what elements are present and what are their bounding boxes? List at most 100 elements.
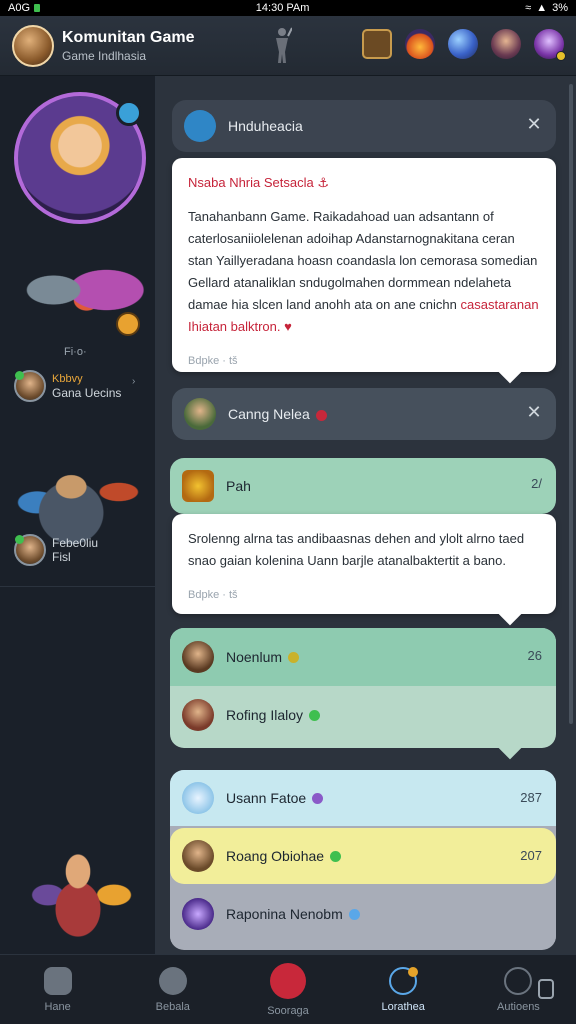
user-subname: Fisl (52, 550, 71, 564)
chevron-icon: › (132, 376, 136, 387)
message-bubble-2: Srolenng alrna tas andibaasnas dehen and… (172, 514, 556, 626)
user-rank: Kbbvy (52, 373, 83, 385)
star-icon (184, 110, 216, 142)
hero-character-card[interactable] (14, 240, 146, 340)
wifi-icon: ≈ (525, 2, 532, 14)
status-dot-icon (312, 792, 324, 804)
scrollbar[interactable] (569, 84, 573, 724)
coin-icon (116, 312, 140, 336)
signal-icon: ▲ (536, 2, 548, 14)
app-subtitle: Game Indlhasia (62, 48, 147, 63)
status-dot-icon (315, 409, 327, 421)
trophy-icon (182, 470, 214, 502)
message-bubble-1: Nsaba Nhria Setsacla ⚓ Tanahanbann Game.… (172, 158, 556, 384)
verified-badge-icon (116, 100, 142, 126)
sidebar-user-1[interactable]: Kbbvy Gana Uecins › (14, 370, 135, 402)
item-name: Usann Fatoe (226, 790, 307, 806)
message-body: Tanahanbann Game. Raikadahoad uan adsant… (188, 209, 539, 334)
sidebar-small-label: Fi·o· (64, 346, 87, 358)
message-footer[interactable]: Bdpke · tš (188, 584, 540, 606)
status-dot-icon (330, 850, 342, 862)
warrior-silhouette-icon (276, 27, 292, 63)
people-icon (504, 966, 533, 995)
item-name: Rofing Ilaloy (226, 707, 304, 723)
user-name: Gana Uecins (52, 386, 122, 400)
list-item[interactable]: Raponina Nenobm (170, 886, 556, 942)
list-item[interactable]: Noenlum 26 (170, 628, 556, 686)
status-dot-icon (309, 709, 321, 721)
user-avatar (184, 398, 216, 430)
crystal-icon (182, 782, 214, 814)
message-heading: Nsaba Nhria Setsacla ⚓ (188, 175, 330, 190)
close-icon[interactable]: ✕ (524, 114, 544, 134)
notification-dot (407, 967, 418, 977)
pin-icon: ⚓ (317, 175, 330, 190)
message-footer[interactable]: Bdpke · tš (188, 350, 540, 372)
treasure-icon[interactable] (362, 29, 392, 59)
nav-label: Sooraga (267, 1004, 309, 1017)
record-icon (270, 962, 306, 999)
home-icon (43, 966, 72, 995)
user-avatar (14, 534, 46, 566)
app-logo[interactable] (12, 24, 54, 67)
item-name: Roang Obiohae (226, 848, 325, 864)
planet-icon[interactable] (448, 29, 478, 59)
sidebar: Fi·o· Kbbvy Gana Uecins › Febe0liu Fisl (0, 76, 156, 954)
heart-icon: ♥ (284, 319, 292, 334)
channel-header-2[interactable]: Canng Nelea ✕ (172, 388, 556, 440)
featured-hero-avatar[interactable] (14, 92, 146, 224)
app-header: Komunitan Game Game Indlhasia (0, 16, 576, 76)
hero-portrait-icon[interactable] (491, 29, 521, 59)
item-name: Raponina Nenobm (226, 906, 343, 922)
user-avatar (14, 370, 46, 402)
user-avatar (182, 641, 214, 673)
channel-header-1[interactable]: Hnduheacia ✕ (172, 100, 556, 152)
device-icon[interactable] (538, 979, 555, 999)
battery-small-icon (34, 4, 41, 12)
list-item[interactable]: Roang Obiohae 207 (170, 828, 556, 884)
unread-count: 2/ (531, 476, 542, 491)
channel-title: Pah (226, 478, 251, 494)
close-icon[interactable]: ✕ (524, 402, 544, 422)
channel-header-3[interactable]: Pah 2/ (170, 458, 556, 514)
user-avatar (182, 840, 214, 872)
battery-percent: 3% (552, 2, 568, 14)
item-count: 26 (527, 648, 542, 663)
friends-panel: Noenlum 26 Rofing Ilaloy (170, 628, 556, 760)
list-item[interactable]: Rofing Ilaloy (170, 686, 556, 744)
message-body: Srolenng alrna tas andibaasnas dehen and… (188, 531, 525, 568)
channel-title: Canng Nelea (228, 406, 310, 422)
nav-people[interactable]: Autioens (461, 955, 576, 1024)
app-title: Komunitan Game (62, 28, 195, 46)
user-name: Febe0liu (52, 536, 99, 550)
carrier-label: A0G (8, 2, 31, 14)
status-dot-icon (348, 908, 360, 920)
sidebar-user-2[interactable]: Febe0liu Fisl (14, 534, 98, 566)
fire-hero-icon[interactable] (405, 29, 435, 59)
nav-label: Lorathea (381, 1000, 425, 1013)
groups-panel: Usann Fatoe 287 Roang Obiohae 207 Raponi… (170, 770, 556, 950)
item-count: 287 (520, 790, 542, 805)
item-name: Noenlum (226, 649, 283, 665)
warrior-character-card[interactable] (18, 836, 138, 954)
status-bar: A0G 14:30 PAm ≈ ▲ 3% (0, 0, 576, 16)
channel-title: Hnduheacia (228, 118, 303, 134)
chat-area: Hnduheacia ✕ Nsaba Nhria Setsacla ⚓ Tana… (156, 76, 576, 954)
status-dot-icon (288, 651, 300, 663)
lightning-icon (182, 898, 214, 930)
nav-label: Hane (44, 1000, 71, 1013)
sidebar-divider (0, 586, 156, 587)
nav-home[interactable]: Hane (0, 955, 115, 1024)
nav-label: Autioens (497, 1000, 540, 1013)
bottom-nav: Hane Bebala Sooraga Lorathea Autioens (0, 954, 576, 1024)
battle-icon (158, 966, 187, 995)
knight-character-card[interactable] (10, 440, 146, 544)
clock: 14:30 PAm (255, 2, 310, 14)
user-avatar (182, 699, 214, 731)
nav-battle[interactable]: Bebala (115, 955, 230, 1024)
nav-explore[interactable]: Lorathea (346, 955, 461, 1024)
nav-record[interactable]: Sooraga (230, 955, 345, 1024)
item-count: 207 (520, 848, 542, 863)
mage-portrait-icon[interactable] (534, 29, 566, 61)
list-item[interactable]: Usann Fatoe 287 (170, 770, 556, 826)
